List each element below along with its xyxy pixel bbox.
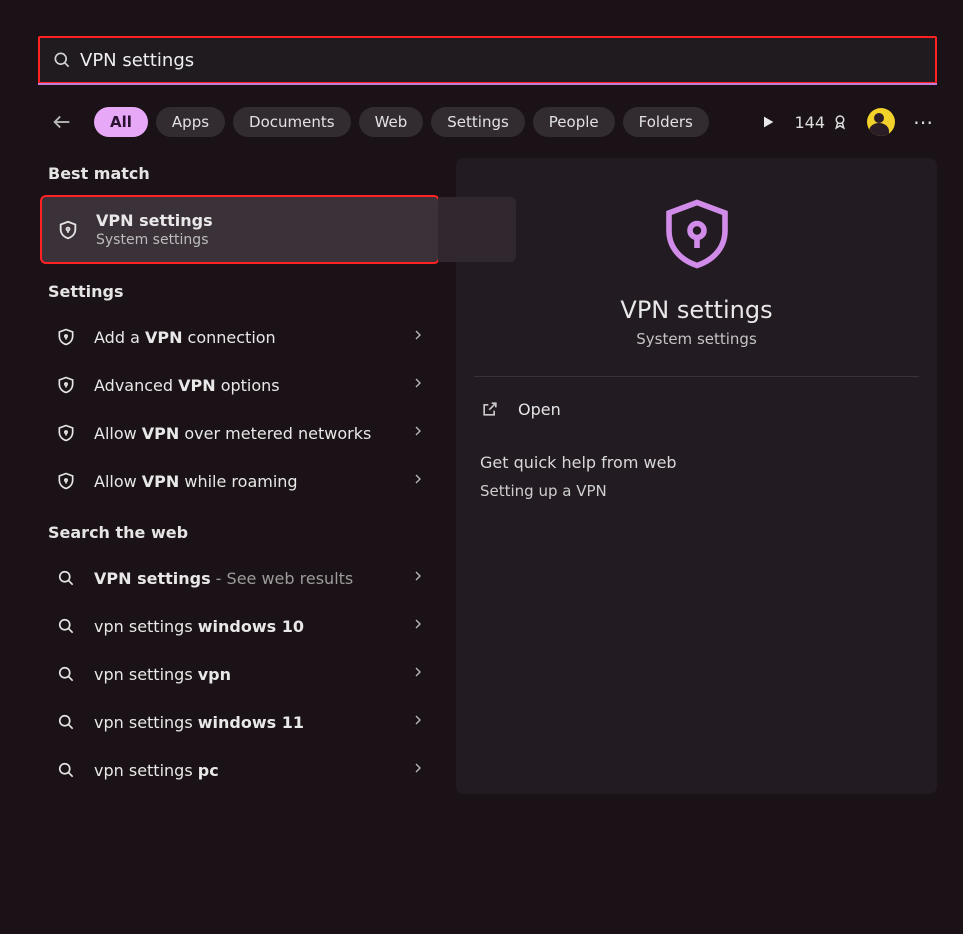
open-action[interactable]: Open (474, 383, 919, 435)
filter-chip-all[interactable]: All (94, 107, 148, 137)
search-icon (54, 568, 78, 588)
search-icon (54, 712, 78, 732)
settings-result-0-label: Add a VPN connection (94, 328, 394, 347)
filter-right: 144 ⋯ (760, 108, 935, 136)
search-input[interactable] (80, 50, 923, 71)
open-label: Open (518, 400, 561, 419)
settings-result-3-label: Allow VPN while roaming (94, 472, 394, 491)
play-icon[interactable] (760, 114, 776, 130)
settings-results: Add a VPN connection Advanced VPN options… (40, 313, 440, 505)
settings-result-1-label: Advanced VPN options (94, 376, 394, 395)
search-icon (52, 50, 72, 70)
web-result-1-label: vpn settings windows 10 (94, 617, 394, 636)
results-column: Best match VPN settings System settings … (40, 158, 440, 794)
shield-lock-icon (54, 423, 78, 443)
web-result-4-label: vpn settings pc (94, 761, 394, 780)
web-results: VPN settings - See web results vpn settin… (40, 554, 440, 794)
search-icon (54, 664, 78, 684)
search-underline (38, 83, 937, 85)
settings-result-1[interactable]: Advanced VPN options (40, 361, 440, 409)
back-button[interactable] (44, 104, 80, 140)
chevron-right-icon (410, 375, 426, 395)
shield-lock-icon (54, 375, 78, 395)
chevron-right-icon (410, 664, 426, 684)
medal-icon (831, 113, 849, 131)
chevron-right-icon (410, 327, 426, 347)
settings-result-0[interactable]: Add a VPN connection (40, 313, 440, 361)
section-web: Search the web (48, 523, 440, 542)
search-icon (54, 760, 78, 780)
filter-chip-settings[interactable]: Settings (431, 107, 525, 137)
quick-links: Setting up a VPN (474, 482, 919, 500)
quick-help-heading: Get quick help from web (480, 453, 913, 472)
filter-chip-web[interactable]: Web (359, 107, 424, 137)
filter-chip-folders[interactable]: Folders (623, 107, 709, 137)
points-value: 144 (794, 113, 825, 132)
chevron-right-icon (410, 760, 426, 780)
content-columns: Best match VPN settings System settings … (0, 158, 963, 794)
web-result-2[interactable]: vpn settings vpn (40, 650, 440, 698)
web-result-1[interactable]: vpn settings windows 10 (40, 602, 440, 650)
rewards-points[interactable]: 144 (794, 113, 849, 132)
web-result-4[interactable]: vpn settings pc (40, 746, 440, 794)
divider (474, 376, 919, 377)
chevron-right-icon (410, 471, 426, 491)
filter-chip-people[interactable]: People (533, 107, 615, 137)
web-result-2-label: vpn settings vpn (94, 665, 394, 684)
preview-panel: VPN settings System settings Open Get qu… (456, 158, 937, 794)
best-match-text: VPN settings System settings (96, 211, 424, 248)
shield-lock-icon (54, 327, 78, 347)
more-button[interactable]: ⋯ (913, 110, 935, 134)
chevron-right-icon (410, 616, 426, 636)
open-icon (480, 399, 500, 419)
preview-title: VPN settings (620, 296, 772, 324)
search-inner (40, 38, 935, 82)
web-result-0-label: VPN settings - See web results (94, 569, 394, 588)
chevron-right-icon (410, 712, 426, 732)
shield-lock-icon (54, 471, 78, 491)
quick-link-0[interactable]: Setting up a VPN (480, 482, 913, 500)
best-match-title: VPN settings (96, 211, 424, 230)
user-avatar[interactable] (867, 108, 895, 136)
shield-lock-icon (56, 219, 80, 241)
filter-chips: All Apps Documents WebSettings People Folders (94, 107, 709, 137)
filter-chip-apps[interactable]: Apps (156, 107, 225, 137)
chevron-right-icon (410, 568, 426, 588)
preview-subtitle: System settings (636, 330, 757, 348)
filter-bar: All Apps Documents WebSettings People Folders… (0, 84, 963, 158)
settings-result-3[interactable]: Allow VPN while roaming (40, 457, 440, 505)
web-result-3-label: vpn settings windows 11 (94, 713, 394, 732)
search-bar[interactable] (38, 36, 937, 84)
best-match-subtitle: System settings (96, 232, 424, 248)
shield-lock-icon (655, 192, 739, 276)
chevron-right-icon (410, 423, 426, 443)
filter-chip-documents[interactable]: Documents (233, 107, 351, 137)
section-settings: Settings (48, 282, 440, 301)
web-result-0[interactable]: VPN settings - See web results (40, 554, 440, 602)
preview-hero: VPN settings System settings (474, 192, 919, 348)
section-best-match: Best match (48, 164, 440, 183)
settings-result-2[interactable]: Allow VPN over metered networks (40, 409, 440, 457)
search-icon (54, 616, 78, 636)
best-match-result[interactable]: VPN settings System settings (40, 195, 440, 264)
settings-result-2-label: Allow VPN over metered networks (94, 424, 394, 443)
web-result-3[interactable]: vpn settings windows 11 (40, 698, 440, 746)
